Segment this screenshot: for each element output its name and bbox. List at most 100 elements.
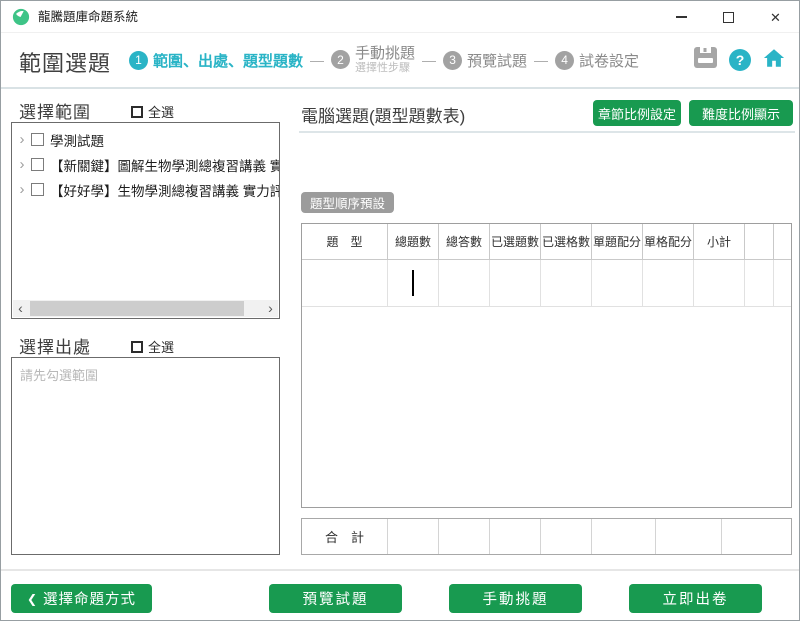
step-1-range[interactable]: 1 範圍、出處、題型題數 <box>129 50 303 71</box>
step-separator: — <box>310 52 324 68</box>
tree-item[interactable]: › 學測試題 <box>12 127 279 152</box>
tree-item-checkbox[interactable] <box>31 183 44 196</box>
step-3-label: 預覽試題 <box>467 50 527 71</box>
page-title: 範圍選題 <box>19 46 111 78</box>
source-placeholder: 請先勾選範圍 <box>12 358 279 391</box>
app-logo-icon <box>12 8 30 26</box>
minimize-icon <box>676 16 687 18</box>
choose-method-back-button[interactable]: ❮ 選擇命題方式 <box>11 584 152 613</box>
expand-chevron-icon[interactable]: › <box>15 181 29 198</box>
step-4-number: 4 <box>555 51 574 70</box>
computer-selection-title: 電腦選題(題型題數表) <box>301 102 465 127</box>
step-1-number: 1 <box>129 51 148 70</box>
cell-total-answers[interactable] <box>439 260 490 307</box>
total-cell <box>439 519 490 554</box>
total-cell <box>541 519 592 554</box>
cell-extra[interactable] <box>745 260 774 307</box>
horizontal-scrollbar[interactable]: ‹ › <box>13 300 278 317</box>
col-header-spacer <box>774 224 791 260</box>
step-4-paper-settings[interactable]: 4 試卷設定 <box>555 50 639 71</box>
step-1-label: 範圍、出處、題型題數 <box>153 50 303 71</box>
table-header-row: 題 型 總題數 總答數 已選題數 已選格數 單題配分 單格配分 小計 <box>302 224 791 260</box>
source-select-all-label: 全選 <box>148 337 174 356</box>
save-icon[interactable] <box>693 46 718 74</box>
minimize-button[interactable] <box>658 1 705 33</box>
col-header-type: 題 型 <box>302 224 388 260</box>
total-cell <box>388 519 439 554</box>
cell-points-per-cell[interactable] <box>643 260 694 307</box>
wizard-steps: 1 範圍、出處、題型題數 — 2 手動挑題 選擇性步驟 — 3 預覽試題 — 4… <box>129 33 639 87</box>
total-cell <box>592 519 656 554</box>
text-caret <box>412 270 414 296</box>
tree-item-label: 【好好學】生物學測總複習講義 實力評量 <box>50 180 279 200</box>
expand-chevron-icon[interactable]: › <box>15 156 29 173</box>
difficulty-ratio-button[interactable]: 難度比例顯示 <box>689 100 793 126</box>
tree-item[interactable]: › 【新關鍵】圖解生物學測總複習講義 實力 <box>12 152 279 177</box>
type-order-preset-button[interactable]: 題型順序預設 <box>301 192 394 213</box>
col-header-total-questions: 總題數 <box>388 224 439 260</box>
total-cell <box>722 519 791 554</box>
app-window: 龍騰題庫命題系統 ✕ 範圍選題 1 範圍、出處、題型題數 — 2 手動挑題 選擇… <box>0 0 800 621</box>
preview-questions-button[interactable]: 預覽試題 <box>269 584 402 613</box>
window-controls: ✕ <box>658 1 799 33</box>
step-2-label: 手動挑題 <box>355 45 415 62</box>
tree-item-checkbox[interactable] <box>31 133 44 146</box>
close-icon: ✕ <box>770 11 781 24</box>
footer-divider <box>1 569 799 571</box>
expand-chevron-icon[interactable]: › <box>15 131 29 148</box>
total-label: 合 計 <box>302 519 388 554</box>
source-select-all-checkbox[interactable] <box>131 341 143 353</box>
window-title: 龍騰題庫命題系統 <box>38 1 138 33</box>
step-2-sublabel: 選擇性步驟 <box>355 62 415 75</box>
step-3-preview[interactable]: 3 預覽試題 <box>443 50 527 71</box>
home-icon[interactable] <box>762 47 786 74</box>
range-select-all[interactable]: 全選 <box>131 102 174 121</box>
step-separator: — <box>422 52 436 68</box>
col-header-points-per-question: 單題配分 <box>592 224 643 260</box>
question-type-table: 題 型 總題數 總答數 已選題數 已選格數 單題配分 單格配分 小計 <box>301 223 792 508</box>
scrollbar-thumb[interactable] <box>30 301 244 316</box>
tree-item-checkbox[interactable] <box>31 158 44 171</box>
range-select-all-label: 全選 <box>148 102 174 121</box>
col-header-points-per-cell: 單格配分 <box>643 224 694 260</box>
generate-paper-button[interactable]: 立即出卷 <box>629 584 762 613</box>
source-section-title: 選擇出處 <box>19 333 91 358</box>
help-icon[interactable]: ? <box>729 49 751 71</box>
maximize-button[interactable] <box>705 1 752 33</box>
step-3-number: 3 <box>443 51 462 70</box>
cell-points-per-question[interactable] <box>592 260 643 307</box>
range-select-all-checkbox[interactable] <box>131 106 143 118</box>
maximize-icon <box>723 12 734 23</box>
tree-item-label: 學測試題 <box>50 130 104 150</box>
back-button-label: 選擇命題方式 <box>43 588 136 609</box>
cell-type[interactable] <box>302 260 388 307</box>
step-2-number: 2 <box>331 50 350 69</box>
tree-item-label: 【新關鍵】圖解生物學測總複習講義 實力 <box>50 155 279 175</box>
panel-divider <box>299 131 795 133</box>
col-header-total-answers: 總答數 <box>439 224 490 260</box>
manual-pick-button[interactable]: 手動挑題 <box>449 584 582 613</box>
table-row <box>302 260 791 307</box>
range-section-title: 選擇範圍 <box>19 98 91 123</box>
step-2-manual-pick[interactable]: 2 手動挑題 選擇性步驟 <box>331 45 415 75</box>
total-row: 合 計 <box>301 518 792 555</box>
source-list: 請先勾選範圍 <box>11 357 280 555</box>
chapter-ratio-button[interactable]: 章節比例設定 <box>593 100 681 126</box>
col-header-extra <box>745 224 774 260</box>
back-chevron-icon: ❮ <box>27 592 37 606</box>
tree-item[interactable]: › 【好好學】生物學測總複習講義 實力評量 <box>12 177 279 202</box>
col-header-subtotal: 小計 <box>694 224 745 260</box>
header: 範圍選題 1 範圍、出處、題型題數 — 2 手動挑題 選擇性步驟 — 3 預覽試… <box>1 33 799 89</box>
scroll-right-icon[interactable]: › <box>263 301 278 316</box>
step-4-label: 試卷設定 <box>579 50 639 71</box>
cell-subtotal[interactable] <box>694 260 745 307</box>
cell-selected-questions[interactable] <box>490 260 541 307</box>
scroll-left-icon[interactable]: ‹ <box>13 301 28 316</box>
cell-spacer <box>774 260 791 307</box>
cell-total-questions[interactable] <box>388 260 439 307</box>
close-button[interactable]: ✕ <box>752 1 799 33</box>
cell-selected-cells[interactable] <box>541 260 592 307</box>
source-select-all[interactable]: 全選 <box>131 337 174 356</box>
header-icons: ? <box>693 33 786 87</box>
col-header-selected-questions: 已選題數 <box>490 224 541 260</box>
